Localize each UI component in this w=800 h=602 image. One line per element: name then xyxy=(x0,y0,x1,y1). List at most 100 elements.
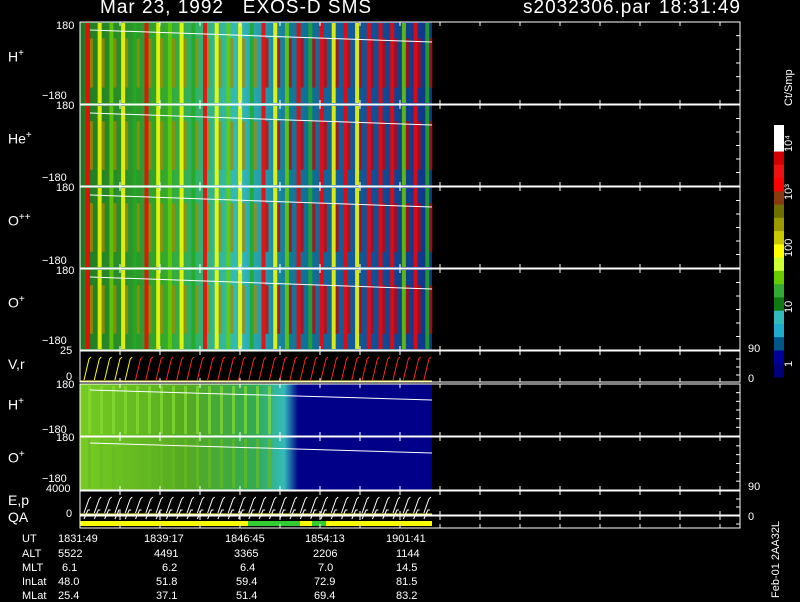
spectrogram-stripe xyxy=(101,285,105,334)
spectrogram-stripe xyxy=(249,23,254,103)
sweep-mark xyxy=(299,356,308,381)
rtick-bot-ep: 0 xyxy=(748,511,755,523)
spectrogram-stripe xyxy=(230,285,234,334)
spectrogram-stripe xyxy=(288,38,292,88)
spectrogram-stripe xyxy=(331,106,336,185)
sweep-mark xyxy=(207,356,215,381)
ytick-top-3: 180 xyxy=(56,182,75,194)
spectrogram-figure xyxy=(79,21,784,529)
panel-label-o-plus-lower: O+ xyxy=(8,449,25,466)
spectrogram-stripe xyxy=(320,188,324,267)
spectrogram-stripe xyxy=(390,270,395,349)
spectrogram-stripe xyxy=(203,23,207,103)
spectrogram-stripe xyxy=(191,106,196,185)
spectrogram-stripe xyxy=(121,23,126,103)
panel-label-he-plus: He+ xyxy=(8,130,32,147)
spectrogram-stripe xyxy=(183,203,187,252)
spectrogram-stripe xyxy=(184,439,187,488)
sweep-mark xyxy=(145,356,154,381)
eph-cell: 59.4 xyxy=(236,576,258,588)
colorbar-swatch xyxy=(774,204,784,219)
spectrogram-stripe xyxy=(343,270,348,349)
eph-cell: 83.2 xyxy=(396,590,418,602)
footer-note: Feb-01 2AA32L xyxy=(770,520,782,598)
spectrogram-stripe xyxy=(308,188,313,267)
spectrogram-stripe xyxy=(253,203,257,252)
spectrogram-stripe xyxy=(308,106,313,185)
spectrogram-stripe xyxy=(417,38,421,88)
spectrogram-stripe xyxy=(195,38,199,88)
spectrogram-stripe xyxy=(265,203,269,252)
sweep-mark xyxy=(186,356,195,381)
panel-5 xyxy=(79,350,741,383)
spectrogram-stripe xyxy=(335,285,339,334)
ytick-top-7: 180 xyxy=(56,432,75,444)
spectrogram-stripe xyxy=(413,106,418,185)
spectrogram-stripe xyxy=(121,270,126,349)
spectrogram-stripe xyxy=(382,285,386,334)
spectrogram-stripe xyxy=(230,121,234,170)
spectrogram-stripe xyxy=(90,121,93,170)
spectrogram-stripe xyxy=(284,23,289,103)
spectrogram-stripe xyxy=(244,439,247,488)
eph-cell: 37.1 xyxy=(156,590,178,602)
spectrogram-stripe xyxy=(101,203,105,252)
spectrogram-stripe xyxy=(335,203,339,252)
colorbar-tick-1: 1 xyxy=(783,360,795,367)
spectrogram-stripe xyxy=(97,106,102,185)
spectrogram-stripe xyxy=(343,188,348,267)
spectrogram-stripe xyxy=(132,188,137,267)
spectrogram-stripe xyxy=(230,38,234,88)
spectrogram-stripe xyxy=(172,439,175,488)
spectrogram-stripe xyxy=(417,285,421,334)
spectrogram-stripe xyxy=(343,23,348,103)
spectrogram-stripe xyxy=(320,270,324,349)
spectrogram-stripe xyxy=(355,188,360,267)
spectrogram-stripe xyxy=(413,188,418,267)
spectrogram-stripe xyxy=(277,203,281,252)
spectrogram-stripe xyxy=(378,106,383,185)
spectrogram-stripe xyxy=(359,203,363,252)
spectrogram-stripe xyxy=(366,106,371,185)
spectrogram-stripe xyxy=(429,285,433,334)
colorbar-swatch xyxy=(774,164,784,179)
spectrogram-stripe xyxy=(125,285,129,334)
ytick-bot-9: 0 xyxy=(66,508,73,520)
spectrogram-stripe xyxy=(156,23,161,103)
sweep-mark xyxy=(330,356,339,381)
sweep-mark xyxy=(268,356,277,381)
spectrogram-stripe xyxy=(160,285,164,334)
ytick-top-1: 180 xyxy=(56,20,75,32)
spectrogram-stripe xyxy=(370,285,374,334)
spectrogram-stripe xyxy=(405,203,409,252)
panel-label-o-plus: O+ xyxy=(8,294,25,311)
spectrogram-stripe xyxy=(324,38,327,88)
ytick-top-2: 180 xyxy=(56,100,75,112)
spectrogram-stripe xyxy=(296,270,301,349)
spectrogram-stripe xyxy=(124,439,127,488)
spectrogram-stripe xyxy=(109,23,114,103)
panel-4 xyxy=(79,268,741,351)
spectrogram-stripe xyxy=(347,38,351,88)
eph-cell: 1831:49 xyxy=(58,533,98,545)
spectrogram-stripe xyxy=(183,285,187,334)
spectrogram-stripe xyxy=(112,439,115,488)
spectrogram-stripe xyxy=(121,106,126,185)
eph-cell: 51.8 xyxy=(156,576,178,588)
spectrogram-stripe xyxy=(324,203,327,252)
sweep-mark xyxy=(83,356,92,381)
spectrogram-stripe xyxy=(144,188,149,267)
panel-7 xyxy=(79,436,741,491)
spectrogram-stripe xyxy=(242,121,246,170)
spectrogram-stripe xyxy=(401,23,406,103)
spectrogram-stripe xyxy=(171,285,175,334)
spectrogram-stripe xyxy=(405,38,409,88)
eph-cell: 1901:41 xyxy=(386,533,426,545)
panel-9 xyxy=(79,509,741,529)
sweep-mark xyxy=(124,356,133,381)
spectrogram-stripe xyxy=(90,38,93,88)
spectrogram-stripe xyxy=(256,386,259,434)
spectrogram-stripe xyxy=(288,285,292,334)
eph-label-ut: UT xyxy=(22,533,37,545)
eph-cell: 6.4 xyxy=(240,562,256,574)
